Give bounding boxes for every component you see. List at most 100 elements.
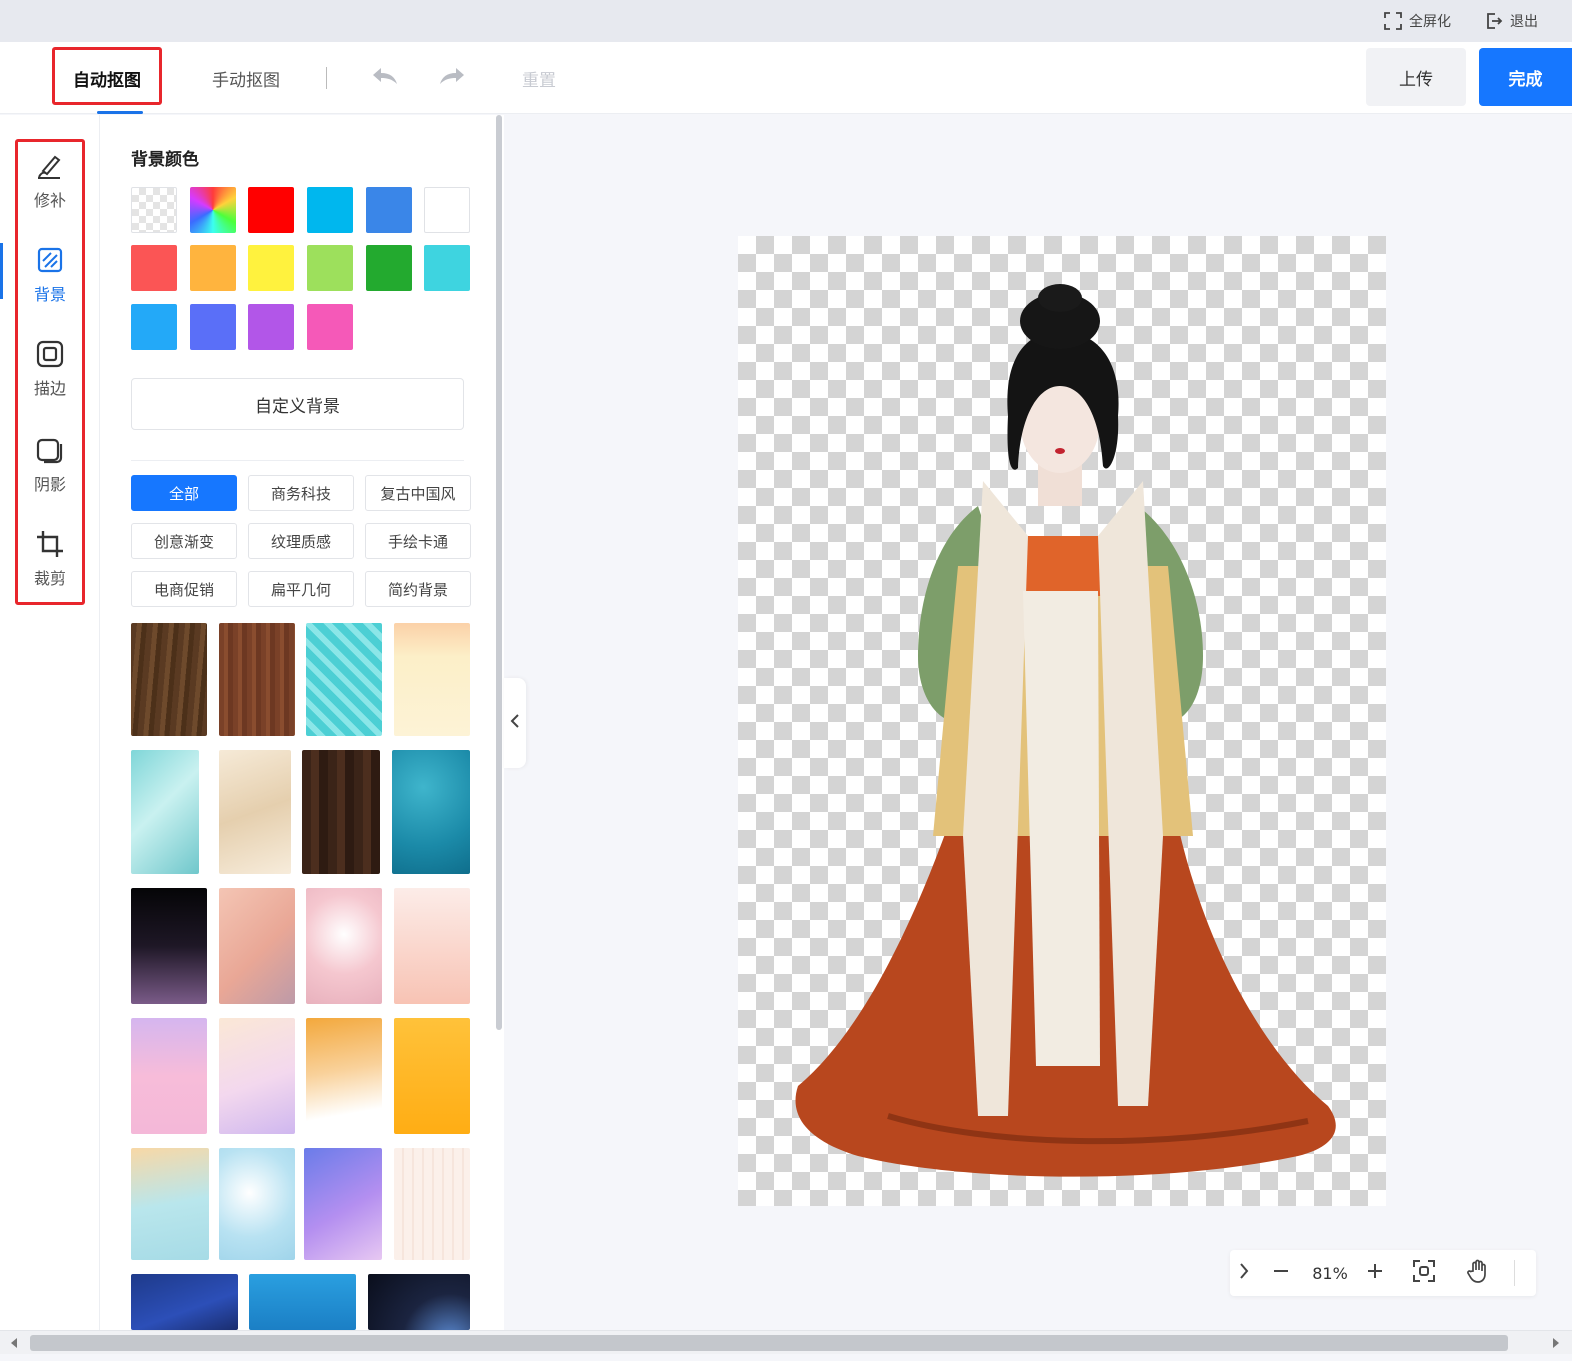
rail-item-crop[interactable]: 裁剪 [22,527,78,607]
plus-icon [1366,1262,1384,1284]
fit-screen-icon [1412,1259,1436,1287]
brush-icon [33,149,67,183]
cutout-canvas[interactable] [738,236,1386,1206]
upload-button[interactable]: 上传 [1366,48,1466,106]
category-simple[interactable]: 简约背景 [365,571,471,607]
zoom-in-button[interactable] [1362,1258,1388,1288]
background-thumbnail[interactable] [306,1018,382,1134]
rail-label: 阴影 [33,475,66,494]
pan-tool-button[interactable] [1464,1258,1494,1288]
collapse-panel-button[interactable] [504,678,526,768]
fullscreen-icon [1383,11,1403,31]
reset-button[interactable]: 重置 [522,66,556,91]
color-swatch[interactable] [366,245,412,291]
rail-item-repair[interactable]: 修补 [22,149,78,229]
rail-item-stroke[interactable]: 描边 [22,337,78,417]
color-swatch[interactable] [248,187,294,233]
background-thumbnail[interactable] [219,888,295,1004]
background-thumbnail[interactable] [219,1148,295,1260]
color-swatch[interactable] [307,187,353,233]
zoom-bar-toggle[interactable] [1232,1258,1256,1288]
color-swatch[interactable] [366,187,412,233]
background-thumbnail[interactable] [219,623,295,736]
scroll-right-arrow-icon[interactable] [1546,1334,1564,1352]
background-thumbnail[interactable] [392,750,470,874]
hand-icon [1466,1258,1492,1288]
rail-label: 修补 [33,191,66,210]
redo-icon [437,65,467,91]
fullscreen-label: 全屏化 [1409,14,1451,30]
active-tab-indicator [97,111,143,114]
color-swatch[interactable] [248,304,294,350]
color-swatch[interactable] [190,245,236,291]
background-thumbnail[interactable] [249,1274,356,1330]
background-thumbnail[interactable] [304,1148,382,1260]
color-swatch[interactable] [424,245,470,291]
category-hand-drawn[interactable]: 手绘卡通 [365,523,471,559]
crop-icon [33,527,67,561]
tab-manual-label: 手动抠图 [212,70,280,91]
rail-label: 背景 [33,285,66,304]
color-swatch[interactable] [307,245,353,291]
custom-background-button[interactable]: 自定义背景 [131,378,464,430]
rail-label: 描边 [33,379,66,398]
zoom-level: 81% [1312,1263,1348,1283]
background-thumbnail[interactable] [302,750,380,874]
rail-active-indicator [0,243,3,299]
fullscreen-button[interactable]: 全屏化 [1383,10,1451,32]
tool-rail: 修补 背景 描边 阴影 裁剪 [0,115,100,1330]
background-thumbnail[interactable] [131,1274,238,1330]
background-thumbnail[interactable] [394,623,470,736]
tab-auto-cutout[interactable]: 自动抠图 [52,42,162,114]
exit-button[interactable]: 退出 [1484,10,1538,32]
color-swatch-transparent[interactable] [131,187,177,233]
color-swatch[interactable] [424,187,470,233]
undo-button[interactable] [369,62,401,94]
fit-to-screen-button[interactable] [1410,1258,1438,1288]
color-swatch-spectrum[interactable] [190,187,236,233]
redo-button[interactable] [436,62,468,94]
background-thumbnail[interactable] [131,750,199,874]
color-swatch[interactable] [190,304,236,350]
scroll-left-arrow-icon[interactable] [6,1334,24,1352]
color-swatch[interactable] [307,304,353,350]
color-swatch[interactable] [131,245,177,291]
minus-icon [1272,1262,1290,1284]
done-button[interactable]: 完成 [1479,48,1572,106]
horizontal-scrollbar[interactable] [0,1330,1572,1354]
background-thumbnail[interactable] [306,623,382,736]
background-thumbnail[interactable] [131,888,207,1004]
background-thumbnail[interactable] [131,623,207,736]
category-all[interactable]: 全部 [131,475,237,511]
color-swatch[interactable] [131,304,177,350]
exit-icon [1484,11,1504,31]
rail-item-shadow[interactable]: 阴影 [22,433,78,513]
tab-manual-cutout[interactable]: 手动抠图 [196,42,296,114]
zoom-bar: 81% [1230,1250,1536,1296]
background-thumbnail[interactable] [306,888,382,1004]
undo-icon [370,65,400,91]
panel-scrollbar[interactable] [496,115,502,1030]
category-texture[interactable]: 纹理质感 [248,523,354,559]
category-business-tech[interactable]: 商务科技 [248,475,354,511]
category-flat-geometry[interactable]: 扁平几何 [248,571,354,607]
zoom-bar-divider [1514,1260,1515,1286]
background-thumbnail[interactable] [219,1018,295,1134]
color-swatch[interactable] [248,245,294,291]
background-thumbnail[interactable] [131,1018,207,1134]
chevron-left-icon [510,713,520,733]
scrollbar-thumb[interactable] [30,1335,1508,1351]
category-retro-chinese[interactable]: 复古中国风 [365,475,471,511]
background-thumbnail[interactable] [131,1148,209,1260]
background-thumbnail[interactable] [394,1148,470,1260]
chevron-right-icon [1239,1262,1249,1284]
rail-item-background[interactable]: 背景 [22,243,78,323]
background-thumbnail[interactable] [394,1018,470,1134]
background-thumbnail[interactable] [219,750,291,874]
zoom-out-button[interactable] [1268,1258,1294,1288]
background-thumbnail[interactable] [394,888,470,1004]
category-ecommerce[interactable]: 电商促销 [131,571,237,607]
category-creative-gradient[interactable]: 创意渐变 [131,523,237,559]
background-thumbnail[interactable] [368,1274,470,1330]
highlight-box [52,47,162,105]
